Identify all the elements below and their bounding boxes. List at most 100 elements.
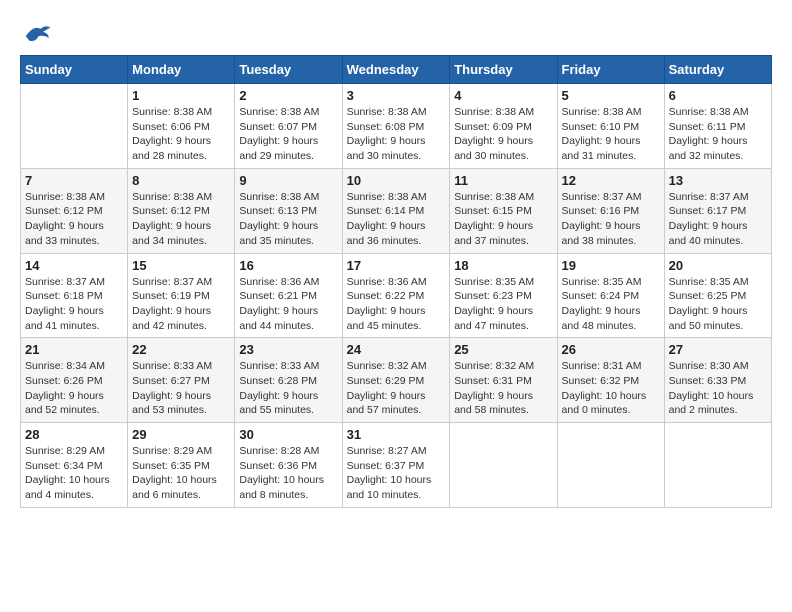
- day-number: 20: [669, 258, 767, 273]
- day-info: Sunrise: 8:34 AM Sunset: 6:26 PM Dayligh…: [25, 359, 123, 418]
- day-number: 7: [25, 173, 123, 188]
- calendar-table: SundayMondayTuesdayWednesdayThursdayFrid…: [20, 55, 772, 508]
- day-number: 14: [25, 258, 123, 273]
- day-number: 8: [132, 173, 230, 188]
- day-info: Sunrise: 8:31 AM Sunset: 6:32 PM Dayligh…: [562, 359, 660, 418]
- day-number: 29: [132, 427, 230, 442]
- calendar-cell: 8 Sunrise: 8:38 AM Sunset: 6:12 PM Daylig…: [128, 168, 235, 253]
- day-info: Sunrise: 8:38 AM Sunset: 6:07 PM Dayligh…: [239, 105, 337, 164]
- calendar-cell: 3 Sunrise: 8:38 AM Sunset: 6:08 PM Daylig…: [342, 84, 450, 169]
- calendar-cell: 31Sunrise: 8:27 AM Sunset: 6:37 PM Dayli…: [342, 423, 450, 508]
- day-info: Sunrise: 8:33 AM Sunset: 6:27 PM Dayligh…: [132, 359, 230, 418]
- calendar-cell: [450, 423, 557, 508]
- day-number: 21: [25, 342, 123, 357]
- day-info: Sunrise: 8:35 AM Sunset: 6:23 PM Dayligh…: [454, 275, 552, 334]
- calendar-cell: [557, 423, 664, 508]
- calendar-cell: 11 Sunrise: 8:38 AM Sunset: 6:15 PM Dayli…: [450, 168, 557, 253]
- calendar-cell: 2 Sunrise: 8:38 AM Sunset: 6:07 PM Daylig…: [235, 84, 342, 169]
- day-number: 17: [347, 258, 446, 273]
- day-number: 23: [239, 342, 337, 357]
- calendar-cell: 7 Sunrise: 8:38 AM Sunset: 6:12 PM Daylig…: [21, 168, 128, 253]
- calendar-cell: 27Sunrise: 8:30 AM Sunset: 6:33 PM Dayli…: [664, 338, 771, 423]
- day-info: Sunrise: 8:29 AM Sunset: 6:34 PM Dayligh…: [25, 444, 123, 503]
- column-header-wednesday: Wednesday: [342, 56, 450, 84]
- day-number: 10: [347, 173, 446, 188]
- calendar-cell: 25 Sunrise: 8:32 AM Sunset: 6:31 PM Dayli…: [450, 338, 557, 423]
- day-number: 12: [562, 173, 660, 188]
- calendar-cell: 26 Sunrise: 8:31 AM Sunset: 6:32 PM Dayli…: [557, 338, 664, 423]
- day-info: Sunrise: 8:38 AM Sunset: 6:09 PM Dayligh…: [454, 105, 552, 164]
- calendar-cell: 4 Sunrise: 8:38 AM Sunset: 6:09 PM Daylig…: [450, 84, 557, 169]
- day-info: Sunrise: 8:33 AM Sunset: 6:28 PM Dayligh…: [239, 359, 337, 418]
- logo-bird-icon: [22, 20, 52, 45]
- calendar-week-row: 21 Sunrise: 8:34 AM Sunset: 6:26 PM Dayli…: [21, 338, 772, 423]
- day-number: 6: [669, 88, 767, 103]
- day-number: 24: [347, 342, 446, 357]
- calendar-cell: 28 Sunrise: 8:29 AM Sunset: 6:34 PM Dayli…: [21, 423, 128, 508]
- day-number: 11: [454, 173, 552, 188]
- logo: [20, 20, 52, 45]
- calendar-cell: [664, 423, 771, 508]
- calendar-cell: 14 Sunrise: 8:37 AM Sunset: 6:18 PM Dayli…: [21, 253, 128, 338]
- day-number: 28: [25, 427, 123, 442]
- day-info: Sunrise: 8:38 AM Sunset: 6:10 PM Dayligh…: [562, 105, 660, 164]
- day-number: 4: [454, 88, 552, 103]
- column-header-tuesday: Tuesday: [235, 56, 342, 84]
- column-header-saturday: Saturday: [664, 56, 771, 84]
- calendar-cell: 22 Sunrise: 8:33 AM Sunset: 6:27 PM Dayli…: [128, 338, 235, 423]
- day-number: 3: [347, 88, 446, 103]
- calendar-cell: 10 Sunrise: 8:38 AM Sunset: 6:14 PM Dayli…: [342, 168, 450, 253]
- calendar-cell: 20Sunrise: 8:35 AM Sunset: 6:25 PM Dayli…: [664, 253, 771, 338]
- calendar-header: SundayMondayTuesdayWednesdayThursdayFrid…: [21, 56, 772, 84]
- day-number: 5: [562, 88, 660, 103]
- calendar-week-row: 7 Sunrise: 8:38 AM Sunset: 6:12 PM Daylig…: [21, 168, 772, 253]
- day-info: Sunrise: 8:32 AM Sunset: 6:31 PM Dayligh…: [454, 359, 552, 418]
- column-header-thursday: Thursday: [450, 56, 557, 84]
- day-info: Sunrise: 8:37 AM Sunset: 6:16 PM Dayligh…: [562, 190, 660, 249]
- day-info: Sunrise: 8:30 AM Sunset: 6:33 PM Dayligh…: [669, 359, 767, 418]
- calendar-cell: 1 Sunrise: 8:38 AM Sunset: 6:06 PM Daylig…: [128, 84, 235, 169]
- day-number: 25: [454, 342, 552, 357]
- calendar-cell: 24Sunrise: 8:32 AM Sunset: 6:29 PM Dayli…: [342, 338, 450, 423]
- calendar-cell: 9Sunrise: 8:38 AM Sunset: 6:13 PM Daylig…: [235, 168, 342, 253]
- day-info: Sunrise: 8:38 AM Sunset: 6:11 PM Dayligh…: [669, 105, 767, 164]
- day-info: Sunrise: 8:36 AM Sunset: 6:22 PM Dayligh…: [347, 275, 446, 334]
- day-info: Sunrise: 8:37 AM Sunset: 6:18 PM Dayligh…: [25, 275, 123, 334]
- day-info: Sunrise: 8:35 AM Sunset: 6:24 PM Dayligh…: [562, 275, 660, 334]
- calendar-cell: 29Sunrise: 8:29 AM Sunset: 6:35 PM Dayli…: [128, 423, 235, 508]
- column-header-monday: Monday: [128, 56, 235, 84]
- day-info: Sunrise: 8:38 AM Sunset: 6:14 PM Dayligh…: [347, 190, 446, 249]
- day-number: 13: [669, 173, 767, 188]
- day-info: Sunrise: 8:38 AM Sunset: 6:13 PM Dayligh…: [239, 190, 337, 249]
- day-number: 15: [132, 258, 230, 273]
- day-info: Sunrise: 8:38 AM Sunset: 6:15 PM Dayligh…: [454, 190, 552, 249]
- day-info: Sunrise: 8:28 AM Sunset: 6:36 PM Dayligh…: [239, 444, 337, 503]
- day-info: Sunrise: 8:37 AM Sunset: 6:17 PM Dayligh…: [669, 190, 767, 249]
- calendar-cell: 23 Sunrise: 8:33 AM Sunset: 6:28 PM Dayli…: [235, 338, 342, 423]
- day-info: Sunrise: 8:38 AM Sunset: 6:08 PM Dayligh…: [347, 105, 446, 164]
- calendar-cell: 6 Sunrise: 8:38 AM Sunset: 6:11 PM Daylig…: [664, 84, 771, 169]
- day-info: Sunrise: 8:27 AM Sunset: 6:37 PM Dayligh…: [347, 444, 446, 503]
- calendar-week-row: 28 Sunrise: 8:29 AM Sunset: 6:34 PM Dayli…: [21, 423, 772, 508]
- calendar-cell: 21 Sunrise: 8:34 AM Sunset: 6:26 PM Dayli…: [21, 338, 128, 423]
- day-info: Sunrise: 8:36 AM Sunset: 6:21 PM Dayligh…: [239, 275, 337, 334]
- calendar-week-row: 1 Sunrise: 8:38 AM Sunset: 6:06 PM Daylig…: [21, 84, 772, 169]
- day-number: 2: [239, 88, 337, 103]
- day-number: 22: [132, 342, 230, 357]
- day-info: Sunrise: 8:38 AM Sunset: 6:06 PM Dayligh…: [132, 105, 230, 164]
- calendar-cell: 17 Sunrise: 8:36 AM Sunset: 6:22 PM Dayli…: [342, 253, 450, 338]
- calendar-cell: 13 Sunrise: 8:37 AM Sunset: 6:17 PM Dayli…: [664, 168, 771, 253]
- day-number: 19: [562, 258, 660, 273]
- calendar-cell: 30Sunrise: 8:28 AM Sunset: 6:36 PM Dayli…: [235, 423, 342, 508]
- day-number: 26: [562, 342, 660, 357]
- page-header: [20, 20, 772, 45]
- day-number: 1: [132, 88, 230, 103]
- calendar-cell: 18Sunrise: 8:35 AM Sunset: 6:23 PM Dayli…: [450, 253, 557, 338]
- calendar-cell: 15Sunrise: 8:37 AM Sunset: 6:19 PM Dayli…: [128, 253, 235, 338]
- calendar-cell: 19 Sunrise: 8:35 AM Sunset: 6:24 PM Dayli…: [557, 253, 664, 338]
- calendar-cell: 16Sunrise: 8:36 AM Sunset: 6:21 PM Dayli…: [235, 253, 342, 338]
- day-info: Sunrise: 8:38 AM Sunset: 6:12 PM Dayligh…: [25, 190, 123, 249]
- calendar-cell: [21, 84, 128, 169]
- column-header-sunday: Sunday: [21, 56, 128, 84]
- day-info: Sunrise: 8:38 AM Sunset: 6:12 PM Dayligh…: [132, 190, 230, 249]
